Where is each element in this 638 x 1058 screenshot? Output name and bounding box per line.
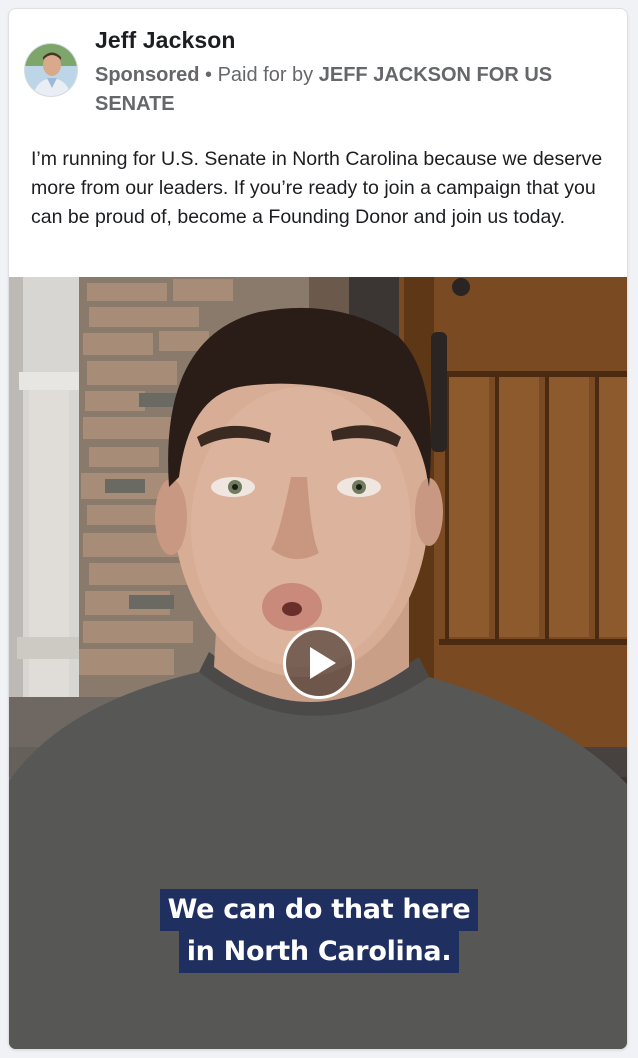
- caption-line-1: We can do that here: [159, 889, 479, 931]
- meta-separator: •: [199, 64, 218, 86]
- caption-line-2: in North Carolina.: [178, 931, 460, 973]
- post-body-text: I’m running for U.S. Senate in North Car…: [31, 148, 603, 228]
- video-caption: We can do that here in North Carolina.: [9, 889, 627, 973]
- video-player[interactable]: We can do that here in North Carolina.: [9, 277, 627, 1049]
- sponsored-post-card: Jeff Jackson Sponsored • Paid for by JEF…: [8, 8, 628, 1050]
- paid-for-prefix: Paid for by: [217, 64, 319, 86]
- post-header: Jeff Jackson Sponsored • Paid for by JEF…: [9, 9, 627, 129]
- play-button[interactable]: [283, 627, 355, 699]
- play-icon: [310, 647, 336, 679]
- author-name[interactable]: Jeff Jackson: [95, 27, 236, 54]
- avatar-photo: [25, 44, 77, 96]
- post-meta: Sponsored • Paid for by JEFF JACKSON FOR…: [95, 61, 595, 119]
- sponsored-label[interactable]: Sponsored: [95, 64, 199, 86]
- author-avatar[interactable]: [24, 43, 78, 97]
